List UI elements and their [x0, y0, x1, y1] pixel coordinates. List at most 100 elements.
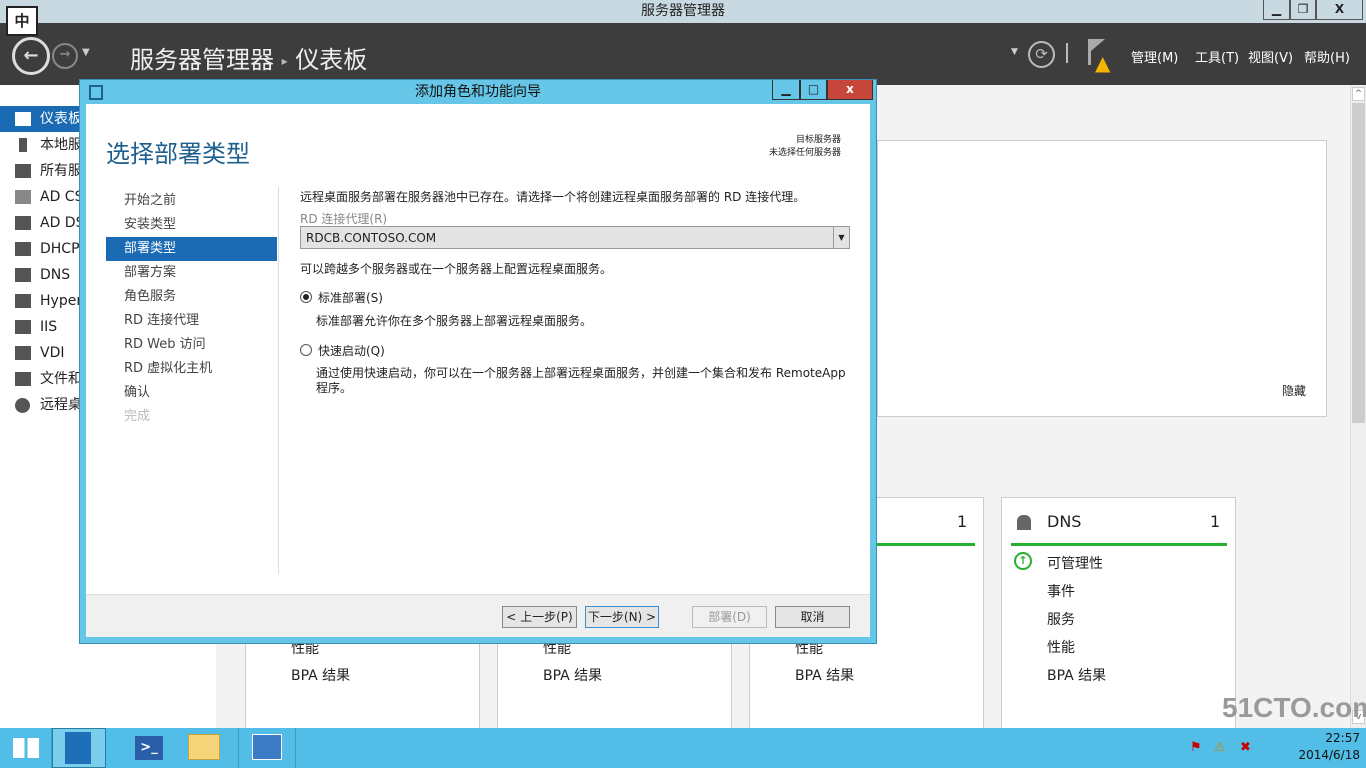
menu-view[interactable]: 视图(V) — [1248, 47, 1293, 66]
broker-select-value: RDCB.CONTOSO.COM — [306, 231, 437, 245]
tile-count: 1 — [1210, 512, 1221, 531]
restore-button[interactable]: ❐ — [1290, 0, 1316, 20]
breadcrumb-current: 仪表板 — [295, 46, 368, 74]
taskbar-server-manager[interactable] — [52, 728, 106, 768]
tile-item-manageability[interactable]: 可管理性 — [1047, 553, 1103, 573]
hyper-v-icon — [15, 294, 31, 308]
quick-start-radio[interactable] — [300, 344, 312, 356]
start-button[interactable] — [0, 728, 52, 768]
breadcrumb-root[interactable]: 服务器管理器 — [130, 46, 274, 74]
step-rd-virtualization-host[interactable]: RD 虚拟化主机 — [106, 357, 277, 381]
taskbar-control-panel[interactable] — [238, 728, 296, 768]
tile-item-services[interactable]: 服务 — [1047, 609, 1075, 629]
step-confirmation[interactable]: 确认 — [106, 381, 277, 405]
menu-help[interactable]: 帮助(H) — [1304, 47, 1350, 66]
tile-item-events[interactable]: 事件 — [1047, 581, 1075, 601]
clock-date[interactable]: 2014/6/18 — [1282, 748, 1360, 762]
directory-icon — [15, 216, 31, 230]
sidebar-item-label: DHCP — [40, 241, 80, 257]
back-button[interactable]: ← — [12, 37, 50, 75]
iis-icon — [15, 320, 31, 334]
minimize-button[interactable]: ▁ — [1263, 0, 1290, 20]
step-deployment-scenario[interactable]: 部署方案 — [106, 261, 277, 285]
taskbar-file-explorer[interactable] — [178, 728, 230, 768]
window-title: 服务器管理器 — [641, 3, 725, 19]
remote-desktop-icon — [15, 398, 30, 413]
clock-time[interactable]: 22:57 — [1300, 731, 1360, 745]
broker-label: RD 连接代理(R) — [300, 212, 388, 226]
scroll-up-icon[interactable]: ^ — [1352, 87, 1365, 101]
tile-count: 1 — [957, 512, 968, 531]
deploy-button: 部署(D) — [692, 606, 767, 628]
dns-icon — [15, 268, 31, 282]
header: ← → ▼ 服务器管理器 ▸ 仪表板 ▼ ⟳ ▲ 管理(M) 工具(T) 视图(… — [0, 23, 1366, 85]
control-panel-icon — [252, 734, 282, 760]
broker-select[interactable]: RDCB.CONTOSO.COM ▼ — [300, 226, 850, 249]
status-bar — [1011, 543, 1227, 546]
divider — [278, 187, 279, 574]
refresh-icon[interactable]: ⟳ — [1028, 41, 1055, 68]
step-rd-web-access[interactable]: RD Web 访问 — [106, 333, 277, 357]
step-deployment-type[interactable]: 部署类型 — [106, 237, 277, 261]
step-before-you-begin[interactable]: 开始之前 — [106, 189, 277, 213]
sidebar-item-label: IIS — [40, 319, 58, 335]
warning-icon: ▲ — [1095, 51, 1111, 75]
taskbar: >_ ⚑ ⚠ ✖ 22:57 2014/6/18 — [0, 728, 1366, 768]
menu-tools[interactable]: 工具(T) — [1195, 47, 1239, 66]
vertical-scrollbar[interactable]: ^ v — [1350, 85, 1366, 728]
chevron-down-icon[interactable]: ▼ — [833, 227, 849, 248]
step-installation-type[interactable]: 安装类型 — [106, 213, 277, 237]
ime-indicator[interactable]: 中 — [6, 6, 38, 36]
close-button[interactable]: X — [1316, 0, 1363, 20]
tile-item-performance[interactable]: 性能 — [1047, 637, 1075, 657]
step-rd-connection-broker[interactable]: RD 连接代理 — [106, 309, 277, 333]
tile-item-bpa[interactable]: BPA 结果 — [291, 665, 350, 685]
target-server-info: 目标服务器 未选择任何服务器 — [646, 134, 841, 160]
tile-title: DNS — [1047, 512, 1082, 531]
menu-manage[interactable]: 管理(M) — [1131, 47, 1178, 66]
sidebar-item-label: VDI — [40, 345, 65, 361]
cancel-button[interactable]: 取消 — [775, 606, 850, 628]
sidebar-item-label: AD DS — [40, 215, 85, 231]
wizard-icon — [89, 85, 103, 100]
volume-muted-icon[interactable]: ✖ — [1240, 740, 1251, 755]
network-warning-icon[interactable]: ⚠ — [1214, 740, 1226, 755]
intro-text: 远程桌面服务部署在服务器池中已存在。请选择一个将创建远程桌面服务部署的 RD 连… — [300, 190, 806, 204]
forward-button[interactable]: → — [52, 43, 78, 69]
standard-deployment-label[interactable]: 标准部署(S) — [318, 289, 383, 306]
role-tile-dns[interactable]: DNS 1 ↑ 可管理性 事件 服务 性能 BPA 结果 — [1001, 497, 1236, 737]
sidebar-item-label: 仪表板 — [40, 111, 82, 127]
dialog-title: 添加角色和功能向导 — [415, 84, 541, 100]
vdi-icon — [15, 346, 31, 360]
step-role-services[interactable]: 角色服务 — [106, 285, 277, 309]
hide-link[interactable]: 隐藏 — [1282, 382, 1306, 399]
dialog-title-bar[interactable]: 添加角色和功能向导 — [80, 80, 876, 104]
dashboard-icon — [15, 112, 31, 126]
file-storage-icon — [15, 372, 31, 386]
tile-item-bpa[interactable]: BPA 结果 — [543, 665, 602, 685]
standard-deployment-radio[interactable] — [300, 291, 312, 303]
quick-start-label[interactable]: 快速启动(Q) — [318, 342, 385, 359]
sidebar-item-label: DNS — [40, 267, 71, 283]
dialog-minimize-button[interactable]: ▁ — [772, 80, 800, 100]
certificate-icon — [15, 190, 31, 204]
add-roles-wizard-dialog: 添加角色和功能向导 ▁ □ x 选择部署类型 目标服务器 未选择任何服务器 开始… — [79, 79, 877, 644]
windows-logo-icon — [13, 738, 39, 758]
taskbar-powershell[interactable]: >_ — [125, 728, 177, 768]
scrollbar-thumb[interactable] — [1352, 103, 1365, 423]
breadcrumb: 服务器管理器 ▸ 仪表板 — [130, 40, 367, 75]
sidebar-item-label: AD CS — [40, 189, 84, 205]
action-center-flag-icon[interactable]: ⚑ — [1190, 740, 1202, 755]
window-title-bar: 服务器管理器 — [0, 0, 1366, 23]
dialog-close-button[interactable]: x — [827, 80, 873, 100]
refresh-dropdown-icon[interactable]: ▼ — [1011, 47, 1018, 57]
next-button[interactable]: 下一步(N) > — [585, 606, 659, 628]
up-arrow-icon: ↑ — [1014, 552, 1032, 570]
previous-button[interactable]: < 上一步(P) — [502, 606, 577, 628]
tile-item-bpa[interactable]: BPA 结果 — [795, 665, 854, 685]
dns-icon — [1017, 515, 1031, 530]
tile-item-bpa[interactable]: BPA 结果 — [1047, 665, 1106, 685]
history-dropdown-icon[interactable]: ▼ — [82, 47, 90, 58]
dialog-maximize-button[interactable]: □ — [800, 80, 827, 100]
welcome-panel: 隐藏 — [877, 140, 1327, 417]
